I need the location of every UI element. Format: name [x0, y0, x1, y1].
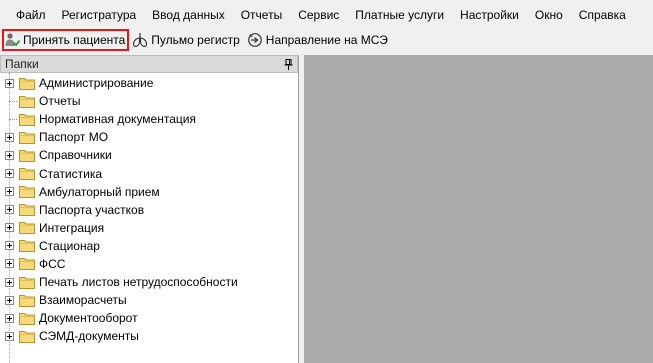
menu-bar: Файл Регистратура Ввод данных Отчеты Сер… [0, 0, 653, 29]
folder-icon [19, 185, 35, 199]
tree-item[interactable]: Отчеты [0, 92, 298, 110]
expand-icon[interactable] [5, 259, 14, 269]
folders-panel-title: Папки [5, 57, 39, 71]
mse-referral-button[interactable]: Направление на МСЭ [246, 30, 391, 50]
menu-settings[interactable]: Настройки [452, 4, 527, 26]
tree-item-label: Паспорта участков [39, 202, 145, 217]
tree-item-label: Паспорт МО [39, 130, 109, 145]
expand-icon[interactable] [5, 331, 14, 341]
expand-icon[interactable] [5, 241, 14, 251]
tree-item-label: Документооборот [39, 311, 138, 326]
lungs-icon [132, 32, 148, 48]
folder-tree: Администрирование Отчеты Нормативная докум… [0, 73, 298, 363]
tree-item[interactable]: Администрирование [0, 74, 298, 92]
tree-item-label: Взаиморасчеты [39, 293, 127, 308]
tree-item-label: Интеграция [39, 220, 105, 235]
folder-icon [19, 257, 35, 271]
folder-icon [19, 95, 35, 108]
tree-item[interactable]: СЭМД-документы [0, 327, 298, 345]
tree-item-label: Администрирование [39, 76, 154, 91]
tree-item[interactable]: Документооборот [0, 309, 298, 327]
expand-icon[interactable] [5, 223, 14, 233]
tree-item[interactable]: Справочники [0, 146, 298, 164]
folder-icon [19, 113, 35, 126]
tree-item[interactable]: Интеграция [0, 219, 298, 237]
tree-item[interactable]: Печать листов нетрудоспособности [0, 273, 298, 291]
folder-icon [19, 131, 35, 144]
menu-reports[interactable]: Отчеты [233, 4, 290, 26]
menu-registry[interactable]: Регистратура [54, 4, 145, 26]
pin-icon[interactable] [283, 58, 293, 70]
menu-file[interactable]: Файл [9, 4, 54, 26]
menu-window[interactable]: Окно [527, 4, 571, 26]
expand-icon[interactable] [5, 132, 14, 142]
pulmo-register-button[interactable]: Пульмо регистр [131, 30, 242, 50]
folder-icon [19, 330, 35, 343]
expand-icon[interactable] [5, 169, 14, 179]
tree-item[interactable]: Нормативная документация [0, 110, 298, 128]
menu-data-entry[interactable]: Ввод данных [144, 4, 233, 26]
folder-icon [19, 149, 35, 162]
folders-panel: Папки Администрирование Отчеты Нормативная… [0, 55, 299, 363]
folder-icon [19, 276, 35, 289]
tree-item-label: Амбулаторный прием [39, 184, 160, 199]
expand-icon[interactable] [5, 313, 14, 323]
menu-help[interactable]: Справка [571, 4, 634, 26]
tree-item-label: Печать листов нетрудоспособности [39, 275, 238, 290]
tree-connector [5, 115, 17, 124]
accept-patient-label: Принять пациента [23, 32, 126, 47]
tree-connector [5, 97, 17, 106]
tree-item[interactable]: Амбулаторный прием [0, 183, 298, 201]
folder-icon [19, 221, 35, 235]
folder-icon [19, 203, 35, 217]
tree-item-label: Отчеты [39, 94, 81, 109]
mdi-workspace [304, 55, 653, 363]
tree-item[interactable]: Взаиморасчеты [0, 291, 298, 309]
toolbar: Принять пациента Пульмо регистр Направле… [0, 28, 653, 51]
folder-icon [19, 167, 35, 181]
folder-icon [19, 312, 35, 325]
tree-item-label: СЭМД-документы [39, 329, 139, 344]
expand-icon[interactable] [5, 205, 14, 215]
menu-paid-services[interactable]: Платные услуги [347, 4, 452, 26]
folder-icon [19, 239, 35, 253]
tree-item-label: Нормативная документация [39, 112, 196, 127]
tree-item[interactable]: Паспорт МО [0, 128, 298, 146]
mse-referral-label: Направление на МСЭ [265, 32, 388, 47]
tree-item[interactable]: ФСС [0, 255, 298, 273]
referral-icon [247, 32, 263, 48]
pulmo-register-label: Пульмо регистр [151, 32, 240, 47]
tree-item[interactable]: Статистика [0, 164, 298, 182]
tree-item-label: Статистика [39, 166, 103, 181]
expand-icon[interactable] [5, 150, 14, 160]
tree-item[interactable]: Паспорта участков [0, 201, 298, 219]
menu-service[interactable]: Сервис [290, 4, 347, 26]
expand-icon[interactable] [5, 277, 14, 287]
tree-item-label: ФСС [39, 256, 66, 271]
folder-icon [19, 294, 35, 307]
expand-icon[interactable] [5, 295, 14, 305]
expand-icon[interactable] [5, 187, 14, 197]
expand-icon[interactable] [5, 78, 14, 88]
folder-icon [19, 77, 35, 90]
accept-patient-icon [4, 32, 20, 48]
tree-item-label: Справочники [39, 148, 112, 163]
tree-item-label: Стационар [39, 238, 100, 253]
folders-panel-header: Папки [0, 55, 298, 73]
accept-patient-button[interactable]: Принять пациента [1, 28, 130, 51]
tree-item[interactable]: Стационар [0, 237, 298, 255]
